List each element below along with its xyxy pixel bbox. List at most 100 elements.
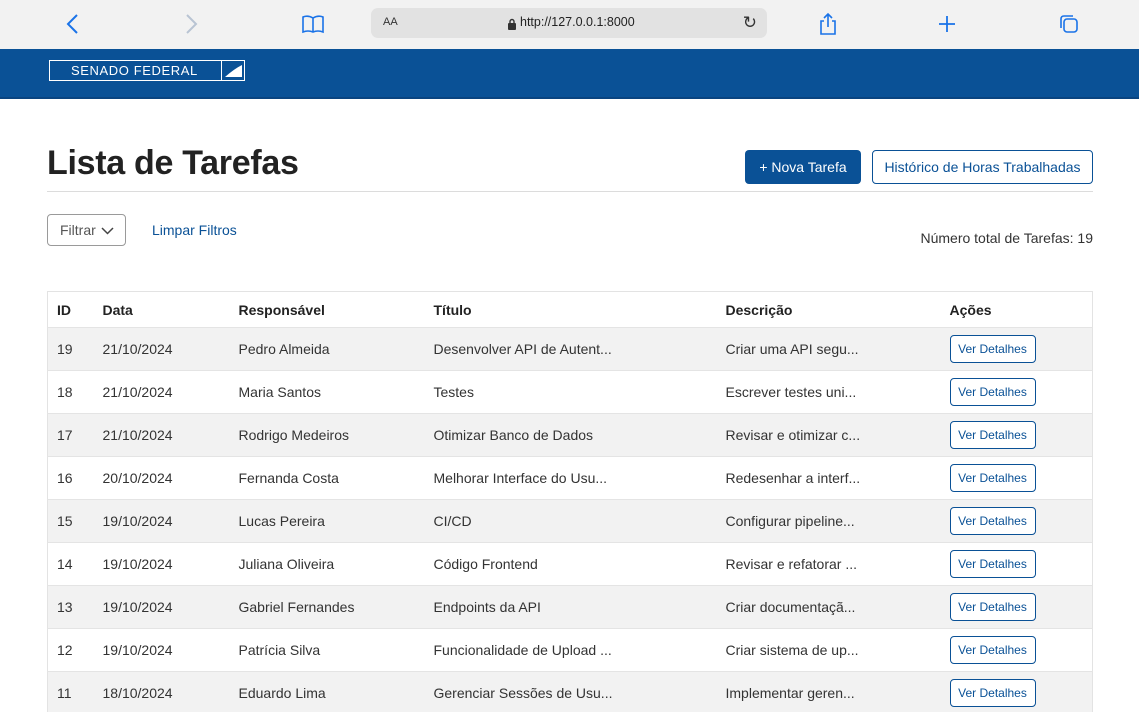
cell-owner: Rodrigo Medeiros [238,427,350,443]
cell-description: Criar documentaçã... [725,599,856,615]
bookmarks-icon[interactable] [297,8,329,40]
cell-id: 12 [57,642,73,658]
view-details-button[interactable]: Ver Detalhes [949,507,1036,535]
cell-owner: Pedro Almeida [238,341,330,357]
cell-date: 21/10/2024 [102,384,173,400]
browser-toolbar: AA http://127.0.0.1:8000 ↻ [0,0,1139,49]
chevron-down-icon [101,222,114,238]
cell-actions: Ver Detalhes [941,414,1093,457]
site-header: SENADO FEDERAL [0,49,1139,99]
cell-description: Revisar e otimizar c... [725,427,861,443]
view-details-button[interactable]: Ver Detalhes [949,421,1036,449]
view-details-button[interactable]: Ver Detalhes [949,335,1036,363]
cell-id: 11 [57,685,72,701]
cell-title: Gerenciar Sessões de Usu... [433,685,613,701]
table-row: 14 19/10/2024 Juliana Oliveira Código Fr… [47,542,1093,586]
cell-description: Redesenhar a interf... [725,470,861,486]
table-row: 18 21/10/2024 Maria Santos Testes Escrev… [47,370,1093,414]
cell-actions: Ver Detalhes [941,457,1093,500]
reload-icon[interactable]: ↻ [743,13,757,33]
view-details-button[interactable]: Ver Detalhes [949,679,1036,707]
title-divider [47,191,1093,192]
cell-id: 18 [57,384,73,400]
cell-id: 17 [57,427,73,443]
view-details-button[interactable]: Ver Detalhes [949,593,1036,621]
cell-date: 19/10/2024 [102,513,173,529]
cell-actions: Ver Detalhes [941,543,1093,586]
cell-actions: Ver Detalhes [941,586,1093,629]
filter-dropdown[interactable]: Filtrar [47,214,126,246]
view-details-button[interactable]: Ver Detalhes [949,636,1036,664]
forward-icon[interactable] [178,8,206,40]
cell-title: Endpoints da API [433,599,541,615]
cell-id: 13 [57,599,73,615]
logo-text: SENADO FEDERAL [71,63,198,78]
cell-title: Código Frontend [433,556,538,572]
cell-id: 16 [57,470,73,486]
cell-actions: Ver Detalhes [941,672,1093,712]
view-details-button[interactable]: Ver Detalhes [949,550,1036,578]
cell-description: Escrever testes uni... [725,384,857,400]
new-tab-icon[interactable] [932,8,962,40]
cell-actions: Ver Detalhes [941,371,1093,414]
cell-actions: Ver Detalhes [941,328,1093,371]
column-header-id: ID [47,291,94,328]
clear-filters-link[interactable]: Limpar Filtros [152,222,237,238]
new-task-button[interactable]: + Nova Tarefa [745,150,861,184]
back-icon[interactable] [58,8,86,40]
address-bar[interactable]: AA http://127.0.0.1:8000 ↻ [371,8,767,38]
view-details-button[interactable]: Ver Detalhes [949,464,1036,492]
cell-title: CI/CD [433,513,472,529]
cell-owner: Lucas Pereira [238,513,325,529]
cell-owner: Fernanda Costa [238,470,339,486]
lock-icon [507,17,517,35]
tabs-icon[interactable] [1054,8,1084,40]
cell-title: Otimizar Banco de Dados [433,427,594,443]
cell-date: 21/10/2024 [102,427,173,443]
view-details-button[interactable]: Ver Detalhes [949,378,1036,406]
table-row: 12 19/10/2024 Patrícia Silva Funcionalid… [47,628,1093,672]
cell-date: 19/10/2024 [102,642,173,658]
cell-owner: Gabriel Fernandes [238,599,355,615]
table-row: 15 19/10/2024 Lucas Pereira CI/CD Config… [47,499,1093,543]
cell-description: Implementar geren... [725,685,855,701]
cell-actions: Ver Detalhes [941,500,1093,543]
table-row: 19 21/10/2024 Pedro Almeida Desenvolver … [47,327,1093,371]
cell-date: 19/10/2024 [102,556,173,572]
page-title: Lista de Tarefas [47,144,299,182]
cell-owner: Maria Santos [238,384,321,400]
text-size-button[interactable]: AA [383,16,398,28]
cell-title: Desenvolver API de Autent... [433,341,612,357]
work-hours-history-button[interactable]: Histórico de Horas Trabalhadas [872,150,1093,184]
cell-description: Revisar e refatorar ... [725,556,858,572]
filter-label: Filtrar [60,222,96,238]
cell-description: Criar sistema de up... [725,642,859,658]
table-row: 16 20/10/2024 Fernanda Costa Melhorar In… [47,456,1093,500]
url-text: http://127.0.0.1:8000 [520,15,635,29]
senate-logo-icon [221,61,244,80]
cell-date: 20/10/2024 [102,470,173,486]
total-tasks-count: Número total de Tarefas: 19 [920,230,1093,246]
column-header-actions: Ações [940,291,1093,328]
cell-id: 15 [57,513,73,529]
cell-title: Melhorar Interface do Usu... [433,470,608,486]
cell-owner: Eduardo Lima [238,685,326,701]
cell-description: Configurar pipeline... [725,513,855,529]
column-header-date: Data [93,291,230,328]
column-header-title: Título [424,291,717,328]
task-table: ID Data Responsável Título Descrição Açõ… [47,291,1093,712]
column-header-owner: Responsável [229,291,425,328]
cell-id: 14 [57,556,73,572]
cell-date: 19/10/2024 [102,599,173,615]
share-icon[interactable] [813,8,843,40]
column-header-description: Descrição [716,291,941,328]
table-row: 11 18/10/2024 Eduardo Lima Gerenciar Ses… [47,671,1093,712]
cell-title: Testes [433,384,474,400]
cell-actions: Ver Detalhes [941,629,1093,672]
cell-date: 21/10/2024 [102,341,173,357]
senate-logo[interactable]: SENADO FEDERAL [49,60,245,81]
cell-description: Criar uma API segu... [725,341,859,357]
cell-date: 18/10/2024 [102,685,173,701]
table-row: 17 21/10/2024 Rodrigo Medeiros Otimizar … [47,413,1093,457]
cell-title: Funcionalidade de Upload ... [433,642,612,658]
